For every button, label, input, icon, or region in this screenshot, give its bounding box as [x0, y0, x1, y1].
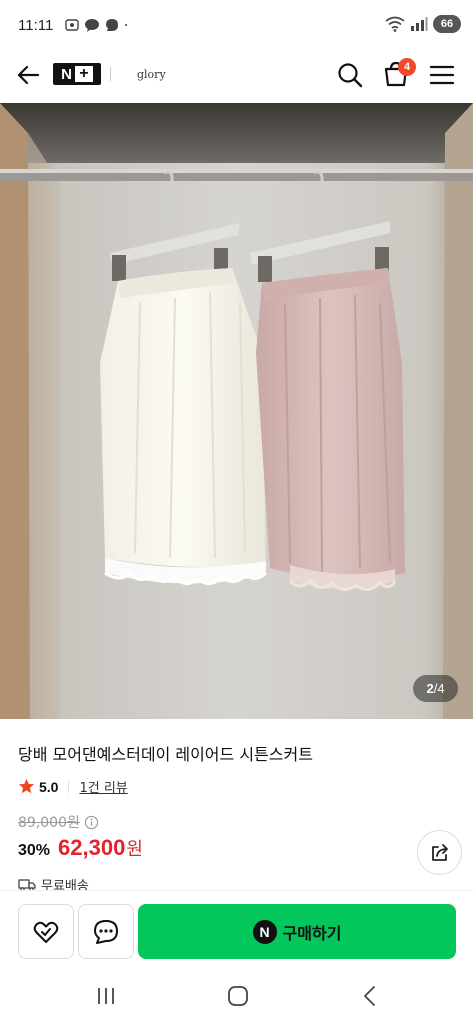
- info-icon[interactable]: [84, 815, 99, 830]
- product-title: 당배 모어댄예스터데이 레이어드 시튼스커트: [18, 745, 313, 764]
- status-time: 11:11: [18, 17, 54, 34]
- nav-back-icon[interactable]: [358, 984, 382, 1008]
- rating-divider: [68, 780, 70, 793]
- original-price: 89,000원: [18, 815, 80, 831]
- discount-rate: 30%: [18, 842, 51, 859]
- star-icon: [18, 778, 35, 794]
- status-system-icons: 66: [385, 15, 461, 33]
- share-icon: [431, 843, 448, 861]
- status-bar: 11:11 66: [0, 0, 473, 48]
- logo-plus: +: [74, 66, 93, 82]
- buy-button-label: 구매하기: [282, 923, 342, 943]
- image-counter: 2/4: [413, 675, 458, 702]
- original-price-row: 89,000원: [18, 812, 99, 832]
- review-link[interactable]: 1건 리뷰: [79, 777, 127, 796]
- wifi-icon: [385, 16, 405, 32]
- price-unit: 원: [126, 839, 143, 860]
- share-button[interactable]: [417, 830, 462, 875]
- heart-icon: [33, 921, 59, 943]
- cart-count-badge: 4: [398, 58, 416, 76]
- purchase-action-bar: N 구매하기: [0, 890, 473, 970]
- sale-price: 62,300: [58, 835, 126, 860]
- image-current: 2: [426, 681, 434, 696]
- talk-icon: [85, 19, 99, 32]
- buy-button[interactable]: N 구매하기: [138, 904, 456, 959]
- rating-value: 5.0: [39, 778, 59, 795]
- npay-icon: N: [252, 919, 277, 944]
- home-icon[interactable]: [226, 984, 250, 1008]
- chat-bubble-icon: [94, 919, 118, 944]
- app-header: N + glory 4: [0, 48, 473, 103]
- image-total: 4: [437, 681, 445, 696]
- status-notification-icons: [64, 17, 132, 33]
- menu-icon[interactable]: [428, 62, 456, 88]
- rating-row: 5.0 1건 리뷰: [18, 777, 128, 796]
- nplus-logo[interactable]: N +: [53, 63, 101, 85]
- talktalk-button[interactable]: [78, 904, 134, 959]
- recent-apps-icon[interactable]: [94, 984, 118, 1008]
- back-arrow-icon[interactable]: [14, 61, 42, 89]
- signal-icon: [411, 17, 428, 31]
- screenshot-icon: [65, 19, 79, 31]
- logo-letter: N: [61, 65, 72, 83]
- product-image[interactable]: 2/4: [0, 103, 473, 719]
- battery-icon: 66: [433, 15, 461, 33]
- system-nav-bar: [0, 970, 473, 1024]
- store-name[interactable]: glory: [137, 68, 166, 81]
- product-photo: [0, 103, 473, 719]
- search-icon[interactable]: [336, 61, 364, 89]
- dot-icon: [125, 24, 127, 26]
- chat-icon: [106, 19, 118, 31]
- like-button[interactable]: [18, 904, 74, 959]
- header-divider: [110, 67, 111, 81]
- price-row: 30% 62,300 원: [18, 835, 143, 861]
